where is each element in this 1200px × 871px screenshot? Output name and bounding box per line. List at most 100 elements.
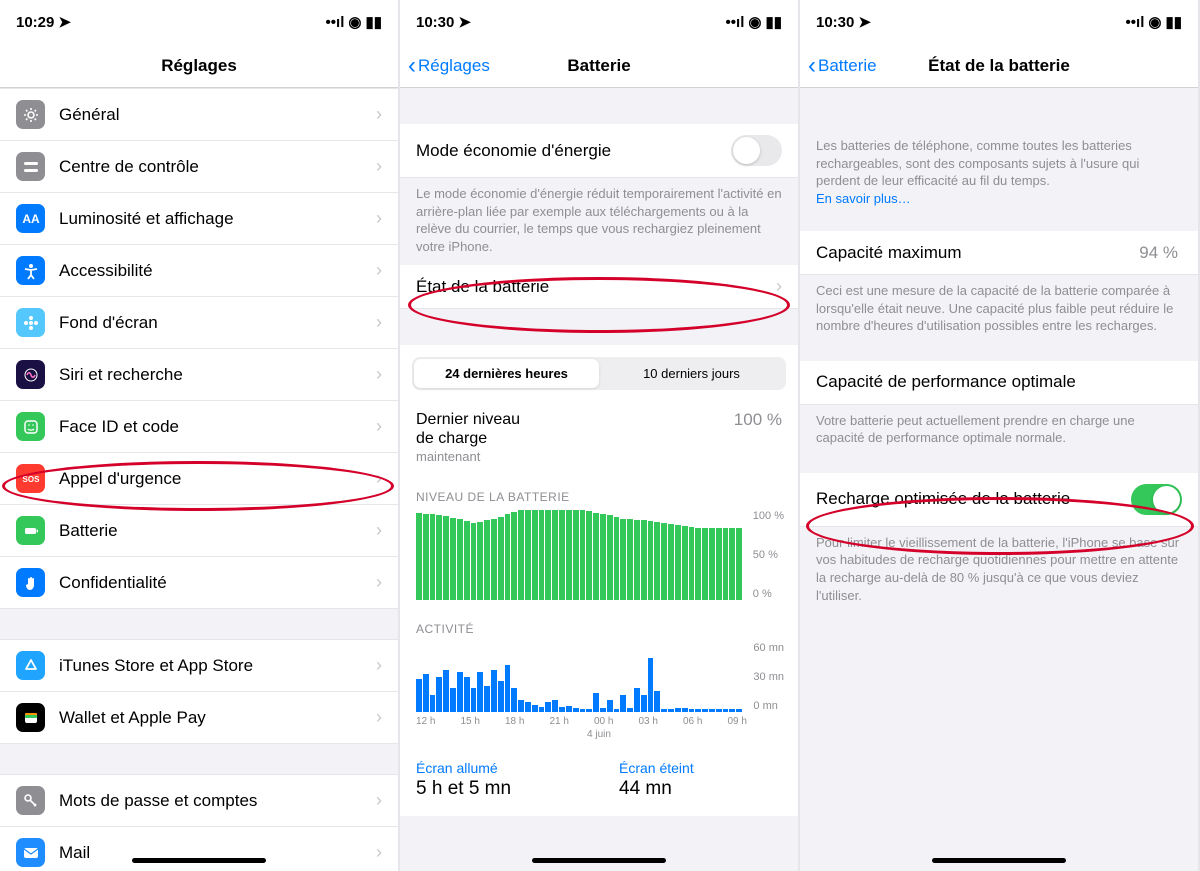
status-indicators: ••ıl ◉ ▮▮ — [726, 13, 782, 31]
row-label: Appel d'urgence — [59, 469, 376, 489]
time-range-segment[interactable]: 24 dernières heures 10 derniers jours — [412, 357, 786, 390]
battery-content[interactable]: Mode économie d'énergie Le mode économie… — [400, 88, 798, 871]
row-label: Wallet et Apple Pay — [59, 708, 376, 728]
status-time: 10:30 ➤ — [816, 13, 871, 31]
max-capacity-value: 94 % — [1139, 243, 1178, 263]
screen-on-label: Écran allumé — [416, 760, 579, 776]
nav-bar: Réglages — [0, 44, 398, 88]
home-indicator[interactable] — [532, 858, 666, 863]
activity-chart — [416, 642, 742, 712]
row-label: Batterie — [59, 521, 376, 541]
chart1-yticks: 100 %50 %0 % — [753, 510, 784, 600]
svg-text:AA: AA — [22, 212, 40, 226]
mail-icon — [16, 838, 45, 867]
learn-more-link[interactable]: En savoir plus… — [816, 191, 911, 206]
activity-header: ACTIVITÉ — [416, 622, 782, 636]
status-time: 10:30 ➤ — [416, 13, 471, 31]
peak-performance-label: Capacité de performance optimale — [816, 372, 1182, 392]
chevron-right-icon: › — [376, 842, 382, 863]
screen-off-value: 44 mn — [619, 778, 782, 800]
screen-time-stats: Écran allumé 5 h et 5 mn Écran éteint 44… — [400, 744, 798, 816]
panel-batterie: 10:30 ➤ ••ıl ◉ ▮▮ ‹Réglages Batterie Mod… — [400, 0, 800, 871]
accessibility-icon — [16, 256, 45, 285]
wifi-icon: ◉ — [1148, 13, 1161, 31]
row-label: Siri et recherche — [59, 365, 376, 385]
home-indicator[interactable] — [132, 858, 266, 863]
key-icon — [16, 786, 45, 815]
battery-icon: ▮▮ — [765, 13, 782, 31]
row-label: Général — [59, 105, 376, 125]
battery-icon — [16, 516, 45, 545]
location-icon: ➤ — [858, 13, 871, 31]
faceid-icon — [16, 412, 45, 441]
text-icon: AA — [16, 204, 45, 233]
status-bar: 10:30 ➤ ••ıl ◉ ▮▮ — [400, 0, 798, 44]
low-power-desc: Le mode économie d'énergie réduit tempor… — [400, 178, 798, 265]
status-time: 10:29 ➤ — [16, 13, 71, 31]
segment-10d[interactable]: 10 derniers jours — [599, 359, 784, 388]
battery-level-header: NIVEAU DE LA BATTERIE — [416, 490, 782, 504]
nav-bar: ‹Réglages Batterie — [400, 44, 798, 88]
optimized-charging-toggle[interactable] — [1131, 484, 1182, 515]
row-label: Accessibilité — [59, 261, 376, 281]
intro-text: Les batteries de téléphone, comme toutes… — [800, 130, 1198, 217]
settings-row-text[interactable]: AALuminosité et affichage› — [0, 193, 398, 245]
nav-back-button[interactable]: ‹Batterie — [800, 54, 877, 78]
settings-row-sos[interactable]: SOS Appel d'urgence› — [0, 453, 398, 505]
optimized-charging-label: Recharge optimisée de la batterie — [816, 489, 1131, 509]
optimized-charging-row[interactable]: Recharge optimisée de la batterie — [800, 473, 1198, 527]
wallet-icon — [16, 703, 45, 732]
chart-date: 4 juin — [416, 729, 782, 740]
battery-icon: ▮▮ — [1165, 13, 1182, 31]
settings-list[interactable]: Général›Centre de contrôle›AALuminosité … — [0, 88, 398, 871]
home-indicator[interactable] — [932, 858, 1066, 863]
settings-row-faceid[interactable]: Face ID et code› — [0, 401, 398, 453]
settings-row-switches[interactable]: Centre de contrôle› — [0, 141, 398, 193]
status-indicators: ••ıl ◉ ▮▮ — [326, 13, 382, 31]
battery-level-chart — [416, 510, 742, 600]
chevron-right-icon: › — [376, 416, 382, 437]
chevron-right-icon: › — [376, 520, 382, 541]
battery-icon: ▮▮ — [365, 13, 382, 31]
chevron-right-icon: › — [376, 572, 382, 593]
low-power-label: Mode économie d'énergie — [416, 141, 731, 161]
battery-health-row[interactable]: État de la batterie › — [400, 265, 798, 309]
low-power-toggle[interactable] — [731, 135, 782, 166]
settings-row-flower[interactable]: Fond d'écran› — [0, 297, 398, 349]
row-label: Confidentialité — [59, 573, 376, 593]
chevron-right-icon: › — [376, 156, 382, 177]
segment-24h[interactable]: 24 dernières heures — [414, 359, 599, 388]
low-power-mode-row[interactable]: Mode économie d'énergie — [400, 124, 798, 178]
signal-icon: ••ıl — [1126, 14, 1145, 31]
chevron-right-icon: › — [376, 790, 382, 811]
settings-row-hand[interactable]: Confidentialité› — [0, 557, 398, 609]
nav-title: État de la batterie — [928, 56, 1070, 76]
settings-row-battery[interactable]: Batterie› — [0, 505, 398, 557]
settings-row-gear[interactable]: Général› — [0, 88, 398, 141]
chevron-right-icon: › — [376, 468, 382, 489]
row-label: Fond d'écran — [59, 313, 376, 333]
chevron-left-icon: ‹ — [408, 54, 416, 78]
settings-row-key[interactable]: Mots de passe et comptes› — [0, 774, 398, 827]
signal-icon: ••ıl — [726, 14, 745, 31]
settings-row-siri[interactable]: Siri et recherche› — [0, 349, 398, 401]
settings-row-accessibility[interactable]: Accessibilité› — [0, 245, 398, 297]
switches-icon — [16, 152, 45, 181]
battery-health-content[interactable]: Les batteries de téléphone, comme toutes… — [800, 88, 1198, 871]
wifi-icon: ◉ — [348, 13, 361, 31]
nav-bar: ‹Batterie État de la batterie — [800, 44, 1198, 88]
settings-row-appstore[interactable]: iTunes Store et App Store› — [0, 639, 398, 692]
row-label: Face ID et code — [59, 417, 376, 437]
settings-row-mail[interactable]: Mail› — [0, 827, 398, 871]
chevron-left-icon: ‹ — [808, 54, 816, 78]
battery-health-label: État de la batterie — [416, 277, 776, 297]
settings-row-wallet[interactable]: Wallet et Apple Pay› — [0, 692, 398, 744]
row-label: Mots de passe et comptes — [59, 791, 376, 811]
nav-back-button[interactable]: ‹Réglages — [400, 54, 490, 78]
screen-off-label: Écran éteint — [619, 760, 782, 776]
nav-title: Réglages — [161, 56, 237, 76]
svg-text:SOS: SOS — [22, 475, 39, 484]
nav-title: Batterie — [567, 56, 630, 76]
signal-icon: ••ıl — [326, 14, 345, 31]
chevron-right-icon: › — [376, 655, 382, 676]
